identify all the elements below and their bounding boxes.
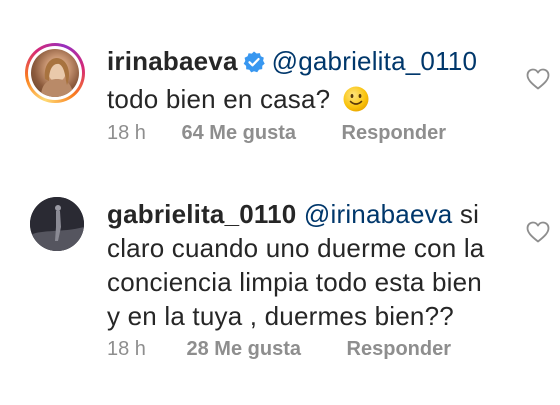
comment-time[interactable]: 18 h (107, 122, 146, 145)
comment-text: claro cuando uno duerme con la (107, 233, 485, 263)
comment-body: irinabaeva @gabrielita_0110 todo bien en … (107, 44, 527, 121)
comment-text: conciencia limpia todo esta bien (107, 267, 482, 297)
comment-mention[interactable]: @irinabaeva (304, 199, 453, 229)
comment-text: todo bien en casa? (107, 84, 331, 114)
heart-icon[interactable] (526, 221, 550, 248)
comment-meta: 18 h 64 Me gusta Responder (107, 122, 446, 145)
comment-meta: 18 h 28 Me gusta Responder (107, 338, 451, 361)
verified-badge-icon (242, 48, 266, 82)
reply-button[interactable]: Responder (347, 338, 451, 361)
avatar[interactable] (25, 43, 85, 103)
smiley-icon (342, 85, 370, 121)
comment-text: si (459, 199, 480, 229)
avatar[interactable] (30, 197, 84, 251)
comment-likes[interactable]: 28 Me gusta (187, 338, 301, 361)
comment-username[interactable]: gabrielita_0110 (107, 199, 296, 229)
comment-likes[interactable]: 64 Me gusta (182, 122, 296, 145)
comment-item: gabrielita_0110 @irinabaeva si claro cua… (0, 170, 560, 405)
comment-item: irinabaeva @gabrielita_0110 todo bien en … (0, 0, 560, 170)
reply-button[interactable]: Responder (342, 122, 446, 145)
heart-icon[interactable] (526, 68, 550, 95)
comment-mention[interactable]: @gabrielita_0110 (272, 46, 477, 76)
comment-body: gabrielita_0110 @irinabaeva si claro cua… (107, 197, 527, 333)
comment-username[interactable]: irinabaeva (107, 46, 238, 76)
comment-text: y en la tuya , duermes bien?? (107, 301, 454, 331)
comment-time[interactable]: 18 h (107, 338, 146, 361)
